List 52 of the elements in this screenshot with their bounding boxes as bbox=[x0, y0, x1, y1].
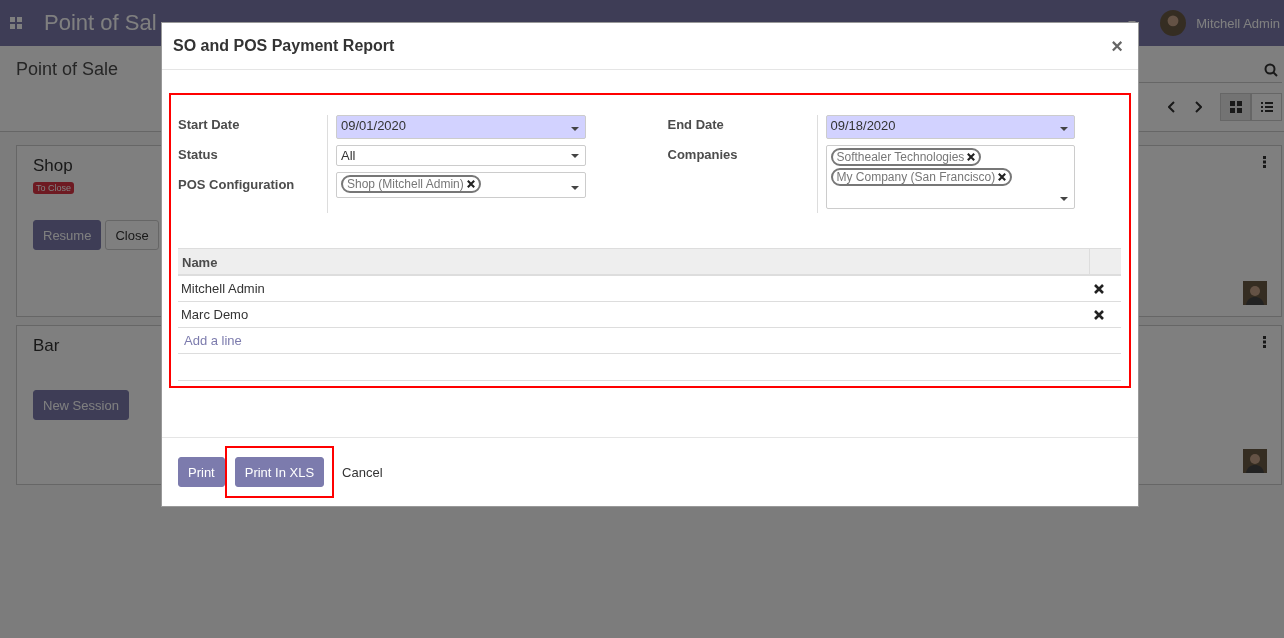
remove-icon[interactable] bbox=[1094, 283, 1104, 294]
print-button[interactable]: Print bbox=[178, 457, 225, 487]
tag: Softhealer Technologies bbox=[830, 148, 982, 166]
field-label: End Date bbox=[667, 116, 725, 134]
dialog-title: SO and POS Payment Report bbox=[173, 37, 395, 55]
tags-field[interactable]: Softhealer Technologies My Company (San Francisco) bbox=[825, 145, 1075, 209]
caret-icon bbox=[570, 127, 579, 131]
caret-icon bbox=[1060, 127, 1068, 131]
avatar bbox=[1243, 449, 1267, 473]
app-title: Point of Sal bbox=[44, 10, 157, 36]
remove-icon[interactable] bbox=[967, 153, 976, 161]
close-button[interactable]: × bbox=[1107, 34, 1127, 58]
field-label: Status bbox=[178, 146, 219, 164]
date-field[interactable]: 09/01/2020 bbox=[336, 115, 586, 139]
kebab-menu-icon[interactable] bbox=[1263, 156, 1267, 168]
tag: My Company (San Francisco) bbox=[830, 168, 1013, 186]
tags-field[interactable]: Shop (Mitchell Admin) bbox=[336, 172, 586, 198]
previous-icon[interactable] bbox=[1168, 101, 1176, 113]
next-icon[interactable] bbox=[1194, 101, 1202, 113]
kanban-view-button[interactable] bbox=[1220, 93, 1251, 121]
table-cell: Mitchell Admin bbox=[181, 281, 265, 296]
list-icon bbox=[1260, 102, 1273, 112]
table-cell: Marc Demo bbox=[181, 307, 249, 322]
field-label: Start Date bbox=[178, 116, 241, 134]
avatar bbox=[1243, 281, 1267, 305]
date-field[interactable]: 09/18/2020 bbox=[825, 115, 1075, 139]
tag: Shop (Mitchell Admin) bbox=[341, 175, 481, 193]
user-name[interactable]: Mitchell Admin bbox=[1196, 15, 1280, 31]
card-action-button[interactable]: Resume bbox=[33, 220, 102, 250]
apps-grid-icon[interactable] bbox=[10, 17, 22, 29]
remove-icon[interactable] bbox=[1094, 309, 1104, 320]
card-title: Shop bbox=[33, 156, 73, 176]
kebab-menu-icon[interactable] bbox=[1263, 336, 1267, 348]
card-title: Bar bbox=[33, 336, 60, 356]
remove-icon[interactable] bbox=[466, 180, 475, 188]
grid-icon bbox=[1229, 101, 1242, 113]
breadcrumb: Point of Sale bbox=[16, 59, 120, 80]
print-xls-button[interactable]: Print In XLS bbox=[234, 457, 325, 487]
field-label: Companies bbox=[667, 146, 739, 164]
list-view-button[interactable] bbox=[1251, 93, 1282, 121]
status-badge: To Close bbox=[33, 182, 74, 194]
card-action-button[interactable]: Close bbox=[105, 220, 159, 250]
add-line-link[interactable]: Add a line bbox=[181, 327, 245, 354]
cancel-button[interactable]: Cancel bbox=[336, 457, 389, 487]
select-field[interactable]: All bbox=[336, 145, 586, 166]
search-icon[interactable] bbox=[1264, 62, 1278, 77]
card-action-button[interactable]: New Session bbox=[33, 390, 129, 420]
remove-icon[interactable] bbox=[998, 173, 1007, 181]
caret-icon bbox=[1060, 197, 1068, 201]
field-label: POS Configuration bbox=[178, 176, 296, 194]
caret-icon bbox=[570, 154, 579, 158]
caret-icon bbox=[570, 186, 579, 190]
